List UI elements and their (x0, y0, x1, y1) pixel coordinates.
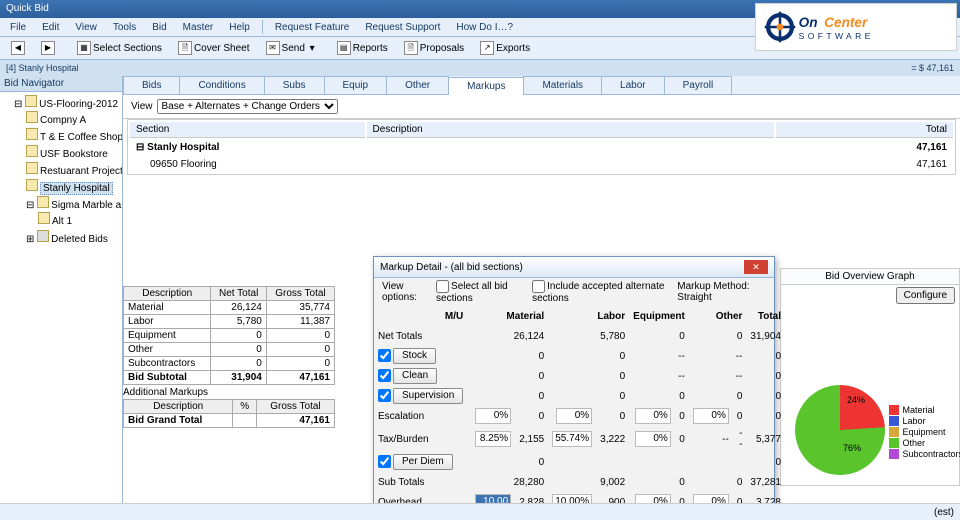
report-icon: ▤ (337, 41, 351, 55)
tab-equip[interactable]: Equip (324, 76, 388, 94)
app-title: Quick Bid (6, 0, 49, 18)
bid-navigator: Bid Navigator ⊟ US-Flooring-2012 Compny … (0, 76, 123, 506)
nav-title: Bid Navigator (0, 76, 122, 92)
content-area: Bids Conditions Subs Equip Other Markups… (123, 76, 960, 506)
select-all-checkbox[interactable]: Select all bid sections (436, 280, 526, 304)
tree-item-selected[interactable]: Stanly Hospital (26, 178, 120, 195)
menu-file[interactable]: File (4, 22, 32, 33)
send-button[interactable]: ✉Send ▾ (261, 40, 320, 56)
menu-request-support[interactable]: Request Support (359, 22, 446, 33)
supervision-button[interactable]: Supervision (393, 388, 463, 404)
sections-table[interactable]: Section Description Total ⊟ Stanly Hospi… (127, 119, 956, 175)
markup-table: M/UMaterialLaborEquipmentOtherTotal Net … (374, 306, 785, 520)
tree-item[interactable]: Alt 1 (38, 211, 120, 228)
select-sections-button[interactable]: ▦Select Sections (72, 40, 167, 56)
view-select[interactable]: Base + Alternates + Change Orders (157, 99, 338, 114)
grid-icon: ▦ (77, 41, 91, 55)
table-row[interactable]: 09650 Flooring47,161 (130, 157, 953, 172)
folder-icon (25, 95, 37, 107)
tab-subs[interactable]: Subs (264, 76, 325, 94)
back-icon: ◀ (11, 41, 25, 55)
bid-total-header: = $ 47,161 (911, 63, 954, 73)
tab-markups[interactable]: Markups (448, 77, 524, 95)
oncenter-logo: On Center SOFTWARE (755, 3, 957, 51)
svg-text:SOFTWARE: SOFTWARE (798, 31, 873, 41)
tab-labor[interactable]: Labor (601, 76, 665, 94)
supervision-checkbox[interactable] (378, 389, 391, 402)
menu-edit[interactable]: Edit (36, 22, 65, 33)
tree-item[interactable]: ⊟ Sigma Marble and Tile Alt 1 (26, 195, 120, 229)
status-bar: (est) (0, 503, 960, 520)
menu-view[interactable]: View (69, 22, 103, 33)
menu-master[interactable]: Master (177, 22, 220, 33)
proposals-button[interactable]: 🗎Proposals (399, 40, 469, 56)
tab-materials[interactable]: Materials (523, 76, 602, 94)
svg-text:On: On (798, 15, 817, 30)
clean-button[interactable]: Clean (393, 368, 437, 384)
close-icon[interactable]: ✕ (744, 260, 768, 274)
tab-payroll[interactable]: Payroll (664, 76, 733, 94)
menu-bid[interactable]: Bid (146, 22, 172, 33)
reports-button[interactable]: ▤Reports (332, 40, 393, 56)
nav-back-button[interactable]: ◀ (6, 40, 30, 56)
dialog-title: Markup Detail - (all bid sections) (380, 262, 523, 273)
table-row[interactable]: ⊟ Stanly Hospital47,161 (130, 140, 953, 155)
tree-item[interactable]: Restuarant Projects (26, 161, 120, 178)
nav-fwd-button[interactable]: ▶ (36, 40, 60, 56)
view-row: View Base + Alternates + Change Orders (123, 95, 960, 119)
doc-icon: 🗎 (178, 41, 192, 55)
menu-tools[interactable]: Tools (107, 22, 142, 33)
markup-detail-dialog: Markup Detail - (all bid sections) ✕ Vie… (373, 256, 775, 520)
bid-overview-graph: Bid Overview Graph Configure 24% 76% Mat… (780, 268, 960, 486)
perdiem-button[interactable]: Per Diem (393, 454, 453, 470)
exports-button[interactable]: ↗Exports (475, 40, 535, 56)
tree-item[interactable]: Compny A (26, 110, 120, 127)
mail-icon: ✉ (266, 41, 280, 55)
stock-checkbox[interactable] (378, 349, 391, 362)
bid-header: [4] Stanly Hospital = $ 47,161 (0, 60, 960, 76)
bid-totals: DescriptionNet TotalGross Total Material… (123, 286, 335, 506)
perdiem-checkbox[interactable] (378, 455, 391, 468)
tab-other[interactable]: Other (386, 76, 449, 94)
tree-item[interactable]: USF Bookstore (26, 144, 120, 161)
stock-button[interactable]: Stock (393, 348, 436, 364)
proposal-icon: 🗎 (404, 41, 418, 55)
tab-conditions[interactable]: Conditions (179, 76, 264, 94)
tree-item[interactable]: T & E Coffee Shop (26, 127, 120, 144)
menu-request-feature[interactable]: Request Feature (269, 22, 356, 33)
include-alt-checkbox[interactable]: Include accepted alternate sections (532, 280, 671, 304)
menu-how-do-i[interactable]: How Do I…? (450, 22, 519, 33)
forward-icon: ▶ (41, 41, 55, 55)
svg-text:Center: Center (824, 15, 868, 30)
cover-sheet-button[interactable]: 🗎Cover Sheet (173, 40, 255, 56)
menu-help[interactable]: Help (223, 22, 256, 33)
tree-item-deleted[interactable]: ⊞ Deleted Bids (26, 229, 120, 246)
nav-tree[interactable]: ⊟ US-Flooring-2012 Compny A T & E Coffee… (0, 92, 122, 506)
clean-checkbox[interactable] (378, 369, 391, 382)
tab-bids[interactable]: Bids (123, 76, 180, 94)
configure-button[interactable]: Configure (896, 287, 955, 304)
pie-chart: 24% 76% (795, 385, 885, 475)
chart-legend: Material Labor Equipment Other Subcontra… (889, 405, 960, 460)
export-icon: ↗ (480, 41, 494, 55)
tab-strip: Bids Conditions Subs Equip Other Markups… (123, 76, 960, 95)
